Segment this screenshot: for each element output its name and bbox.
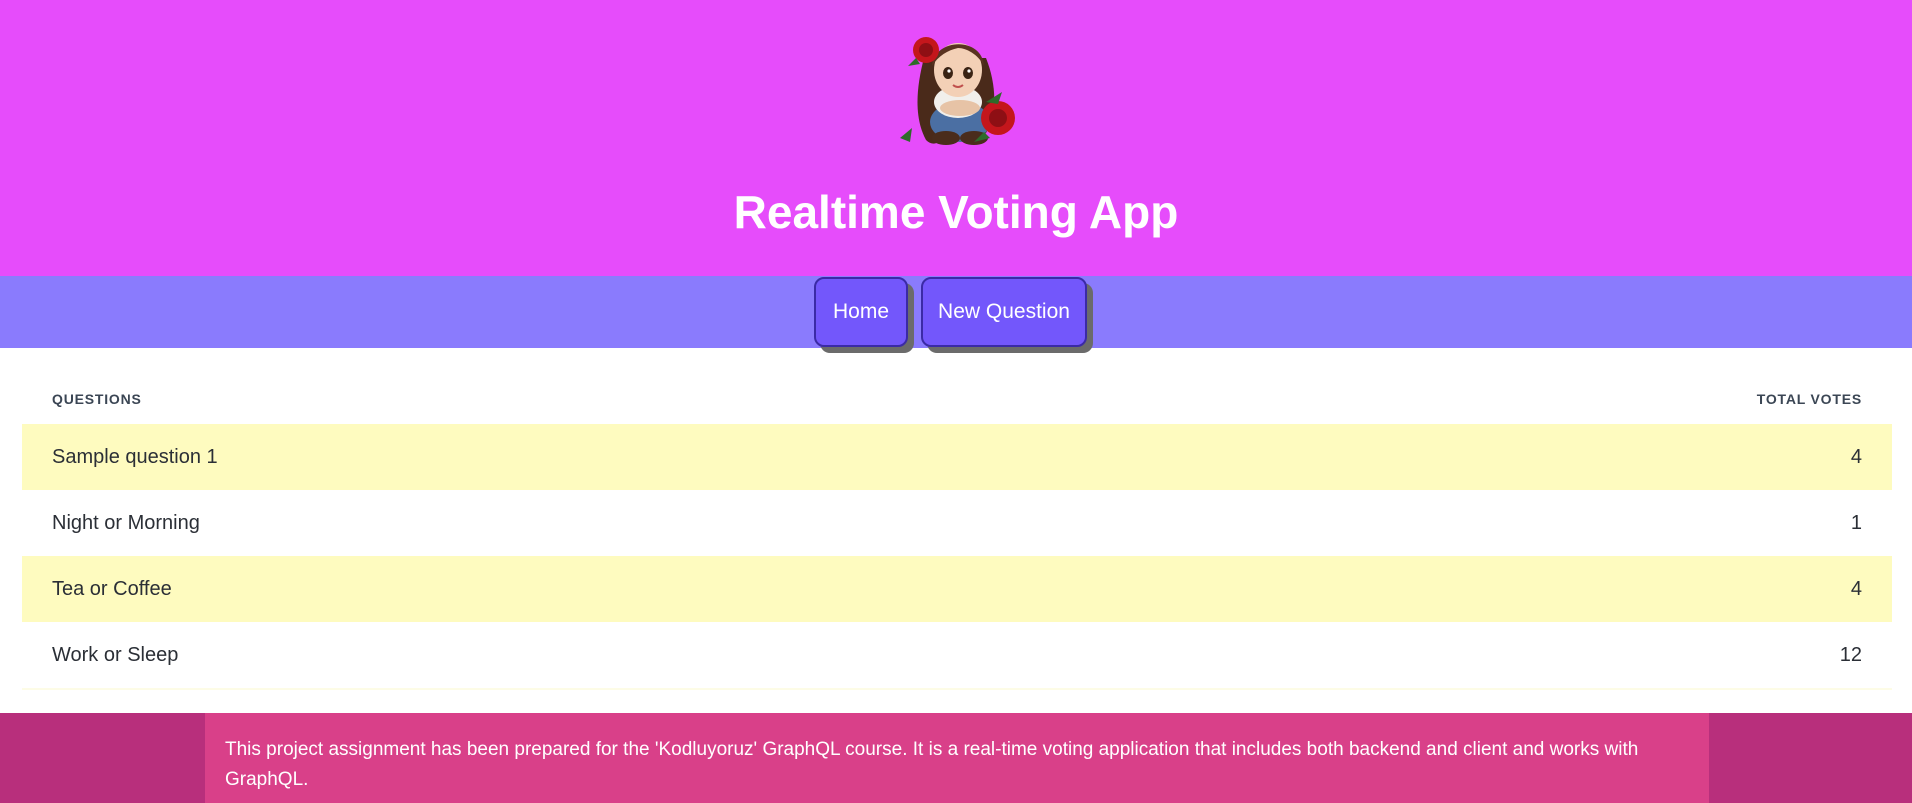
table-row[interactable]: Sample question 1 4: [22, 424, 1892, 490]
vote-count: 12: [1839, 644, 1862, 666]
total-votes-column-header: TOTAL VOTES: [1756, 391, 1862, 407]
vote-count: 4: [1850, 578, 1862, 600]
table-row[interactable]: Night or Morning 1: [22, 490, 1892, 556]
questions-table: QUESTIONS TOTAL VOTES Sample question 1 …: [22, 370, 1892, 690]
nav-new-question-button[interactable]: New Question: [921, 277, 1087, 347]
question-text: Night or Morning: [52, 512, 200, 534]
nav-home-button[interactable]: Home: [814, 277, 908, 347]
footer-text: This project assignment has been prepare…: [205, 713, 1709, 803]
question-text: Sample question 1: [52, 446, 218, 468]
question-text: Tea or Coffee: [52, 578, 172, 600]
vote-count: 1: [1850, 512, 1862, 534]
table-row[interactable]: Work or Sleep 12: [22, 622, 1892, 688]
table-bottom-divider: [22, 688, 1892, 690]
vote-count: 4: [1850, 446, 1862, 468]
question-text: Work or Sleep: [52, 644, 179, 666]
page-title: Realtime Voting App: [733, 186, 1179, 238]
table-row[interactable]: Tea or Coffee 4: [22, 556, 1892, 622]
questions-column-header: QUESTIONS: [52, 391, 142, 407]
avatar: [900, 37, 1015, 145]
table-header: QUESTIONS TOTAL VOTES: [22, 370, 1892, 424]
